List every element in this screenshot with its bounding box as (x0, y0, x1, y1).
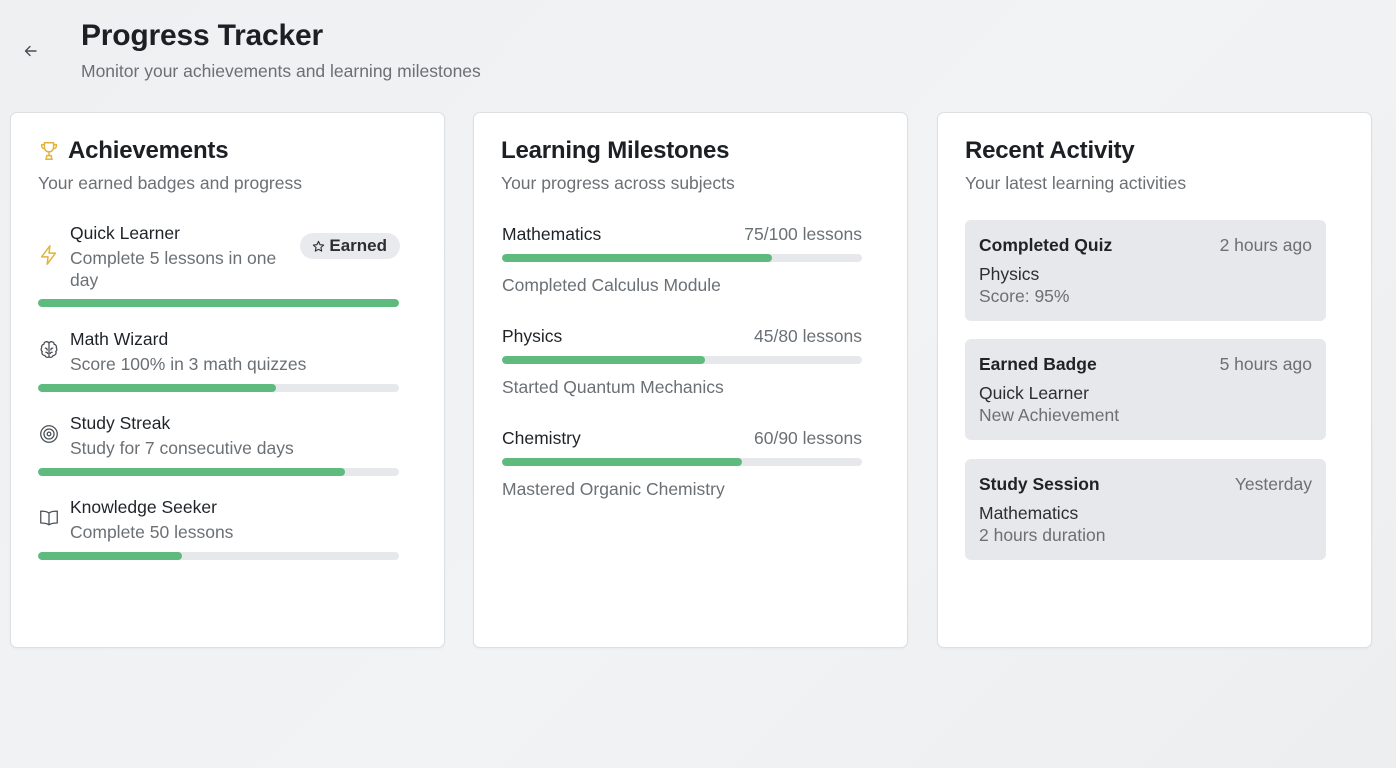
back-button[interactable] (18, 38, 44, 64)
milestone-count: 75/100 lessons (744, 224, 862, 244)
milestones-card: Learning Milestones Your progress across… (473, 112, 908, 648)
milestone-progress-fill (502, 356, 705, 364)
achievement-name: Quick Learner (70, 223, 180, 243)
target-icon (40, 425, 58, 443)
activity-subtitle: Your latest learning activities (965, 173, 1187, 193)
achievement-name: Knowledge Seeker (70, 497, 217, 517)
milestone-progress-bar (502, 254, 862, 262)
milestone-progress-fill (502, 458, 742, 466)
achievement-description: Score 100% in 3 math quizzes (70, 354, 307, 374)
trophy-icon (40, 142, 58, 160)
page-title: Progress Tracker (81, 19, 323, 52)
milestone-note: Completed Calculus Module (502, 275, 721, 295)
activity-item[interactable]: Earned Badge 5 hours ago Quick Learner N… (965, 339, 1326, 440)
activity-item-subject: Quick Learner (979, 383, 1089, 403)
milestone-subject: Chemistry (502, 428, 581, 448)
earned-badge-label: Earned (329, 236, 387, 255)
activity-item-subject: Physics (979, 264, 1040, 284)
achievement-progress-bar (38, 299, 399, 307)
achievement-name: Study Streak (70, 413, 171, 433)
activity-item-time: 5 hours ago (1219, 354, 1312, 374)
achievement-description: Study for 7 consecutive days (70, 438, 294, 458)
brain-icon (40, 341, 58, 358)
achievements-title-text: Achievements (68, 137, 229, 164)
achievements-subtitle: Your earned badges and progress (38, 173, 302, 193)
page-header: Progress Tracker Monitor your achievemen… (0, 0, 1396, 100)
milestone-progress-fill (502, 254, 772, 262)
activity-item[interactable]: Study Session Yesterday Mathematics 2 ho… (965, 459, 1326, 560)
achievement-progress-fill (38, 299, 399, 307)
milestone-note: Started Quantum Mechanics (502, 377, 724, 397)
achievement-description: Complete 50 lessons (70, 522, 234, 542)
achievement-progress-bar (38, 384, 399, 392)
achievement-description: Complete 5 lessons in one day (70, 248, 277, 290)
achievement-knowledge-seeker[interactable]: Knowledge Seeker Complete 50 lessons (38, 497, 400, 567)
activity-item-title: Study Session (979, 474, 1100, 494)
lightning-icon (40, 245, 57, 265)
milestone-subject: Mathematics (502, 224, 602, 244)
earned-badge: Earned (300, 233, 400, 259)
milestones-subtitle: Your progress across subjects (501, 173, 735, 193)
milestone-note: Mastered Organic Chemistry (502, 479, 725, 499)
milestone-count: 45/80 lessons (754, 326, 862, 346)
milestone-chemistry[interactable]: Chemistry 60/90 lessons Mastered Organic… (502, 428, 862, 508)
activity-item-detail: 2 hours duration (979, 525, 1106, 545)
milestones-title: Learning Milestones (501, 137, 730, 164)
activity-item-time: Yesterday (1234, 474, 1312, 494)
achievement-progress-bar (38, 468, 399, 476)
activity-item[interactable]: Completed Quiz 2 hours ago Physics Score… (965, 220, 1326, 321)
activity-item-detail: Score: 95% (979, 286, 1070, 306)
achievements-title: Achievements (38, 137, 229, 165)
activity-item-title: Earned Badge (979, 354, 1097, 374)
activity-item-detail: New Achievement (979, 405, 1120, 425)
milestone-count: 60/90 lessons (754, 428, 862, 448)
arrow-left-icon (24, 45, 37, 57)
achievement-name: Math Wizard (70, 329, 169, 349)
milestone-mathematics[interactable]: Mathematics 75/100 lessons Completed Cal… (502, 224, 862, 304)
book-icon (40, 510, 58, 526)
activity-title: Recent Activity (965, 137, 1135, 164)
achievements-card: Achievements Your earned badges and prog… (10, 112, 445, 648)
achievement-math-wizard[interactable]: Math Wizard Score 100% in 3 math quizzes (38, 329, 400, 399)
star-icon (313, 240, 325, 252)
achievement-progress-fill (38, 468, 345, 476)
activity-item-subject: Mathematics (979, 503, 1079, 523)
milestone-physics[interactable]: Physics 45/80 lessons Started Quantum Me… (502, 326, 862, 406)
achievement-progress-bar (38, 552, 399, 560)
milestone-subject: Physics (502, 326, 563, 346)
activity-card: Recent Activity Your latest learning act… (937, 112, 1372, 648)
milestone-progress-bar (502, 458, 862, 466)
activity-item-title: Completed Quiz (979, 235, 1113, 255)
page-subtitle: Monitor your achievements and learning m… (81, 61, 481, 81)
activity-item-time: 2 hours ago (1219, 235, 1312, 255)
achievement-progress-fill (38, 552, 183, 560)
achievement-progress-fill (38, 384, 277, 392)
achievement-study-streak[interactable]: Study Streak Study for 7 consecutive day… (38, 413, 400, 483)
achievement-quick-learner[interactable]: Quick Learner Complete 5 lessons in one … (38, 223, 400, 308)
milestone-progress-bar (502, 356, 862, 364)
